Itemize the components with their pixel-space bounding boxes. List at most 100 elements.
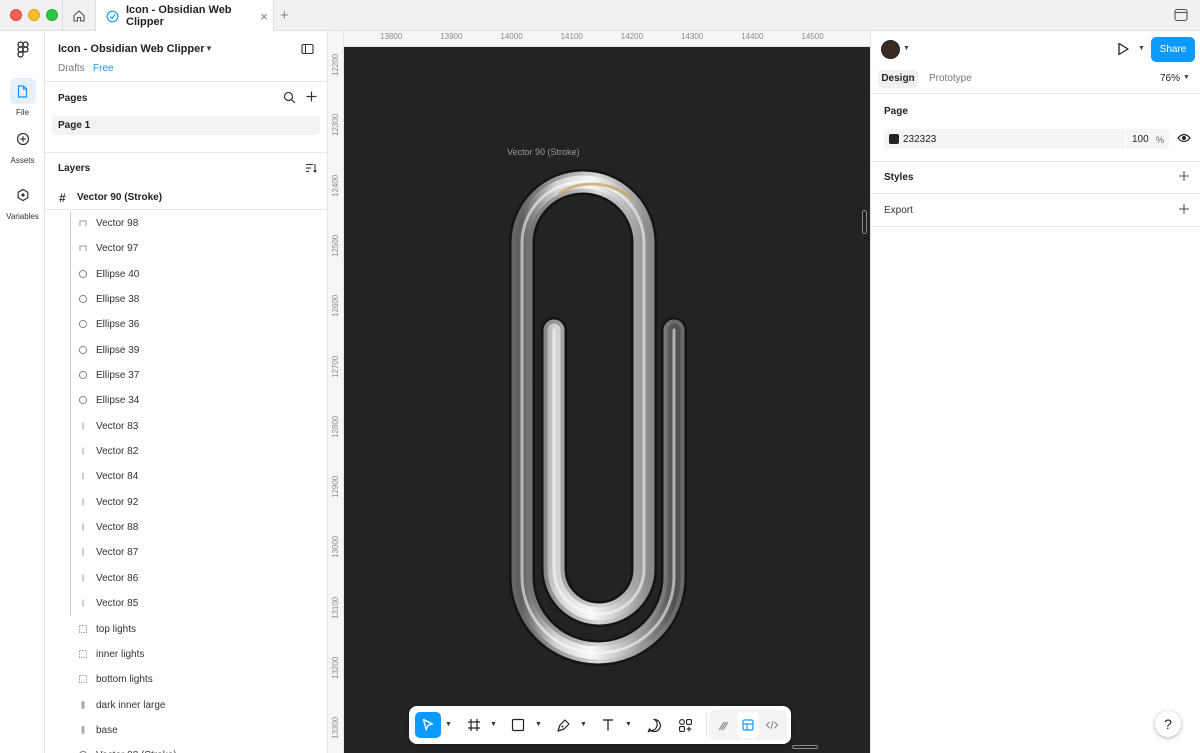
layer-row[interactable]: Vector 87 <box>45 540 328 565</box>
canvas[interactable]: Vector 90 (Stroke) <box>344 47 870 753</box>
draw-mode-button[interactable] <box>713 712 735 738</box>
layer-row[interactable]: Ellipse 38 <box>45 287 328 312</box>
close-tab-icon[interactable]: × <box>255 9 273 24</box>
percent-sign: % <box>1156 135 1165 145</box>
drafts-link[interactable]: Drafts <box>58 63 85 74</box>
background-hex-value[interactable]: 232323 <box>903 134 936 145</box>
add-page-icon[interactable] <box>305 90 318 106</box>
chevron-down-icon[interactable]: ▼ <box>580 721 587 728</box>
tab-prototype[interactable]: Prototype <box>929 73 972 84</box>
page-background-field[interactable]: 232323 100 % <box>884 129 1169 149</box>
group-icon <box>78 624 88 634</box>
divider <box>871 226 1200 227</box>
frame-icon <box>468 719 480 731</box>
ruler-tick-label: 12400 <box>331 174 340 197</box>
move-tool-button[interactable] <box>415 712 441 738</box>
file-title[interactable]: Icon - Obsidian Web Clipper <box>58 43 204 55</box>
chevron-down-icon[interactable]: ▼ <box>625 721 632 728</box>
eye-icon[interactable] <box>1177 132 1191 147</box>
shape-tool-button[interactable] <box>505 712 531 738</box>
layer-name: bottom lights <box>96 674 153 686</box>
home-tab[interactable] <box>62 0 96 31</box>
layer-row[interactable]: Vector 84 <box>45 464 328 489</box>
layer-row[interactable]: Vector 86 <box>45 566 328 591</box>
layer-row[interactable]: Vector 88 <box>45 515 328 540</box>
rail-variables[interactable]: Variables <box>0 182 45 221</box>
layer-row[interactable]: Ellipse 36 <box>45 312 328 337</box>
panel-toggle-icon[interactable] <box>301 43 314 58</box>
paperclip-artwork[interactable] <box>344 47 870 753</box>
layer-row[interactable]: Ellipse 39 <box>45 338 328 363</box>
group-icon <box>78 649 88 659</box>
ruler-tick-label: 13000 <box>331 536 340 559</box>
layers-sort-icon[interactable] <box>305 162 318 177</box>
rail-assets[interactable]: Assets <box>0 126 45 165</box>
horizontal-scrollbar[interactable] <box>792 745 818 749</box>
search-icon[interactable] <box>283 91 296 107</box>
minimize-window-button[interactable] <box>28 9 40 21</box>
layer-row[interactable]: Vector 97 <box>45 236 328 261</box>
layer-row[interactable]: Vector 82 <box>45 439 328 464</box>
vector-line-icon <box>78 598 88 608</box>
chevron-down-icon[interactable]: ▼ <box>1138 45 1145 52</box>
present-button[interactable] <box>1115 41 1131 60</box>
layer-row[interactable]: Vector 98 <box>45 211 328 236</box>
ruler-tick-label: 13800 <box>380 32 403 41</box>
layer-row[interactable]: Ellipse 34 <box>45 388 328 413</box>
file-tab[interactable]: Icon - Obsidian Web Clipper × <box>96 0 274 32</box>
chevron-down-icon[interactable]: ▼ <box>1183 74 1190 81</box>
layer-name: Ellipse 40 <box>96 268 140 280</box>
add-style-icon[interactable] <box>1178 170 1190 185</box>
share-button[interactable]: Share <box>1151 37 1195 62</box>
close-window-button[interactable] <box>10 9 22 21</box>
rail-file[interactable]: File <box>0 78 45 117</box>
chevron-down-icon[interactable]: ▼ <box>445 721 452 728</box>
new-tab-icon[interactable]: + <box>280 7 289 24</box>
vertical-scrollbar[interactable] <box>862 210 867 234</box>
dev-mode-button[interactable] <box>761 712 783 738</box>
layer-name: Vector 82 <box>96 446 139 458</box>
tab-design[interactable]: Design <box>878 70 918 88</box>
divider <box>45 81 328 82</box>
color-swatch[interactable] <box>889 134 899 144</box>
layer-row[interactable]: Vector 92 <box>45 490 328 515</box>
layer-row[interactable]: Ellipse 40 <box>45 262 328 287</box>
layer-row[interactable]: dark inner large <box>45 693 328 718</box>
avatar[interactable] <box>881 40 900 59</box>
ruler-tick-label: 14000 <box>500 32 523 41</box>
ruler-tick-label: 14300 <box>681 32 704 41</box>
chevron-down-icon[interactable]: ▼ <box>903 45 910 52</box>
layer-row[interactable]: Ellipse 37 <box>45 363 328 388</box>
export-section-heading: Export <box>884 205 913 216</box>
layer-row[interactable]: bottom lights <box>45 667 328 692</box>
comment-tool-button[interactable] <box>641 712 667 738</box>
layer-row[interactable]: Vector 85 <box>45 591 328 616</box>
chevron-down-icon[interactable]: ▼ <box>490 721 497 728</box>
ruler-left: 12200 12300 12400 12500 12600 12700 12800 12900… <box>328 31 344 753</box>
add-export-icon[interactable] <box>1178 203 1190 218</box>
frame-tool-button[interactable] <box>461 712 487 738</box>
chevron-down-icon[interactable]: ▼ <box>535 721 542 728</box>
layer-row[interactable]: inner lights <box>45 642 328 667</box>
help-button[interactable]: ? <box>1155 711 1181 737</box>
layer-row[interactable]: base <box>45 718 328 743</box>
design-mode-button[interactable] <box>737 712 759 738</box>
zoom-level[interactable]: 76% <box>1160 73 1180 84</box>
pen-tool-button[interactable] <box>550 712 576 738</box>
layer-name: Vector 87 <box>96 547 139 559</box>
sidebar-toggle-icon[interactable] <box>1174 8 1188 25</box>
layer-row[interactable]: Vector 83 <box>45 414 328 439</box>
plan-badge[interactable]: Free <box>93 63 114 74</box>
figma-logo-icon[interactable] <box>0 41 45 61</box>
background-opacity-value[interactable]: 100 <box>1132 134 1149 145</box>
chevron-down-icon[interactable]: ▼ <box>205 44 213 53</box>
layer-name: top lights <box>96 623 137 635</box>
layer-frame-row[interactable]: # Vector 90 (Stroke) <box>45 186 328 210</box>
text-tool-button[interactable] <box>595 712 621 738</box>
layer-row[interactable]: top lights <box>45 617 328 642</box>
layer-row[interactable]: Vector 90 (Stroke) <box>45 743 328 753</box>
maximize-window-button[interactable] <box>46 9 58 21</box>
page-item-page-1[interactable]: Page 1 <box>52 116 320 135</box>
actions-tool-button[interactable] <box>672 712 698 738</box>
layer-name: Ellipse 37 <box>96 370 140 382</box>
